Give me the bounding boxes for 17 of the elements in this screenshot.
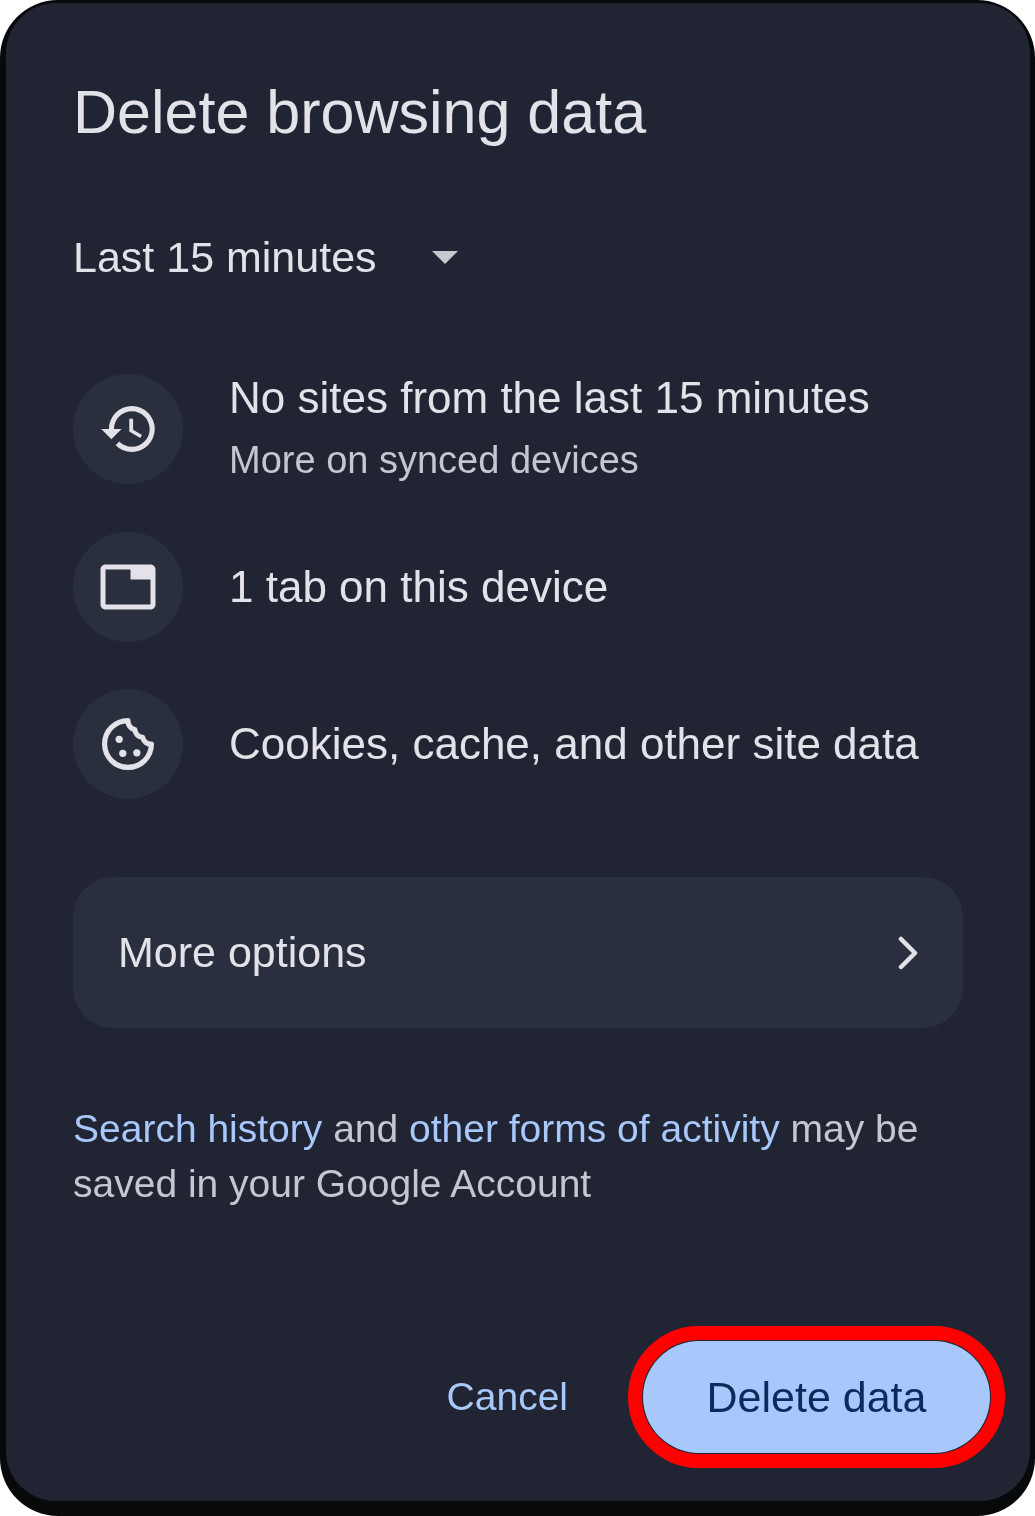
item-title: 1 tab on this device [229,562,609,612]
notice-link[interactable]: Search history [73,1107,323,1150]
delete-data-button[interactable]: Delete data [643,1341,990,1453]
notice-link[interactable]: other forms of activity [409,1107,780,1150]
cancel-button[interactable]: Cancel [422,1341,592,1453]
caret-down-icon [431,250,458,264]
more-options-button[interactable]: More options [73,877,963,1028]
chevron-right-icon [898,935,918,970]
account-notice: Search history and other forms of activity may be saved in your Google Account [73,1106,920,1207]
item-subtitle: More on synced devices [229,438,640,483]
item-title: Cookies, cache, and other site data [229,719,919,769]
tab-icon [73,532,183,642]
time-range-dropdown[interactable]: Last 15 minutes [73,227,458,287]
item-title: No sites from the last 15 minutes [229,373,870,423]
cookie-icon [73,689,183,799]
dialog-title: Delete browsing data [73,77,648,148]
history-icon [73,374,183,484]
